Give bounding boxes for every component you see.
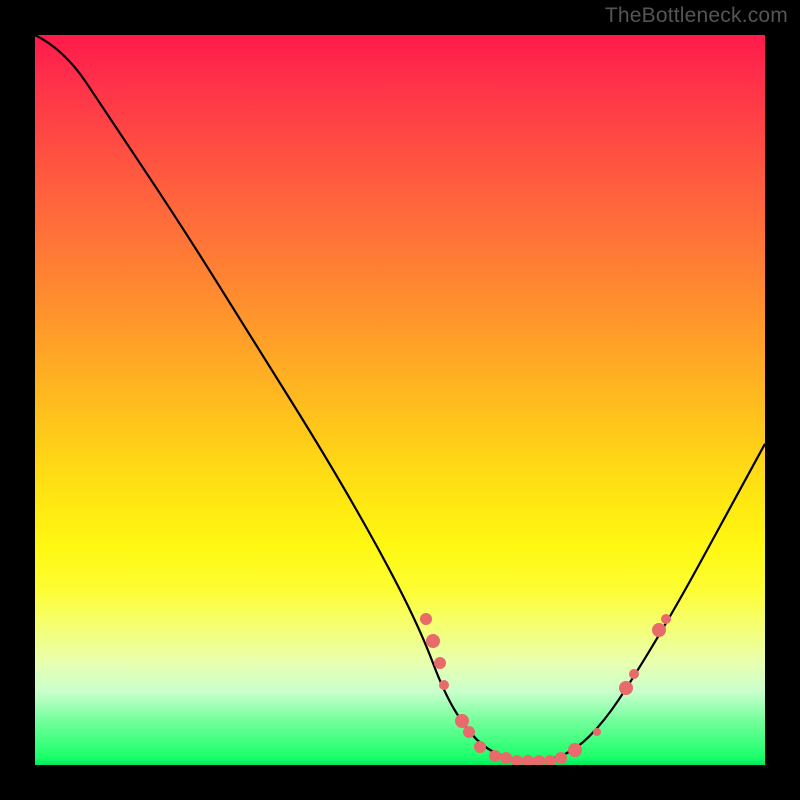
chart-plot-area xyxy=(35,35,765,765)
data-point xyxy=(568,743,582,757)
data-point xyxy=(463,726,475,738)
data-point xyxy=(555,752,567,764)
data-point xyxy=(426,634,440,648)
data-point xyxy=(652,623,666,637)
data-point xyxy=(474,741,486,753)
data-point xyxy=(629,669,639,679)
attribution-text: TheBottleneck.com xyxy=(605,4,788,28)
bottleneck-curve xyxy=(35,35,765,765)
data-point xyxy=(593,728,601,736)
data-point xyxy=(661,614,671,624)
data-point xyxy=(439,680,449,690)
data-point xyxy=(420,613,432,625)
data-point xyxy=(619,681,633,695)
data-point xyxy=(434,657,446,669)
